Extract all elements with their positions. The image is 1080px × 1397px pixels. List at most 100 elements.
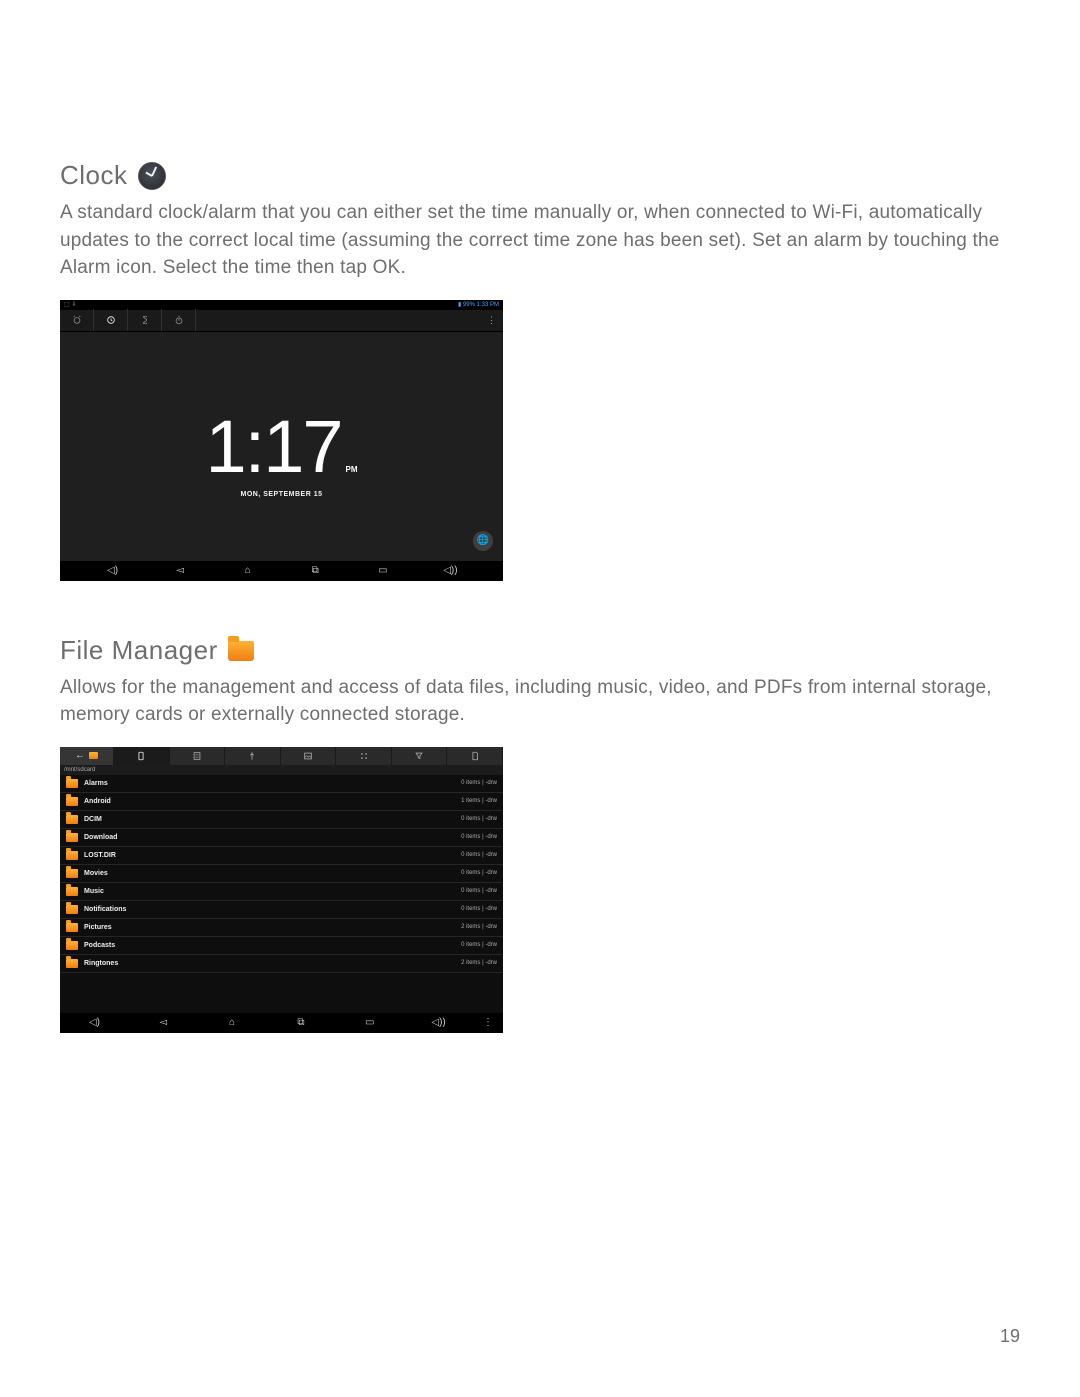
- recent-icon[interactable]: ⧉: [300, 565, 330, 576]
- screenshot-icon[interactable]: ▭: [368, 565, 398, 576]
- folder-icon: [66, 887, 78, 896]
- fm-row-name: Movies: [84, 870, 108, 877]
- fm-row-meta: 0 items | -drw: [461, 942, 497, 948]
- screenshot-icon[interactable]: ▭: [335, 1017, 404, 1028]
- clock-heading: Clock: [60, 160, 1020, 191]
- fm-row[interactable]: DCIM 0 items | -drw: [60, 811, 503, 829]
- fm-row[interactable]: Podcasts 0 items | -drw: [60, 937, 503, 955]
- fm-system-nav-bar: ◁) ◅ ⌂ ⧉ ▭ ◁)) ⋮: [60, 1013, 503, 1033]
- fm-row-meta: 0 items | -drw: [461, 780, 497, 786]
- fm-top-bar: ←: [60, 747, 503, 765]
- fm-row-name: Ringtones: [84, 960, 118, 967]
- fm-tabs: [114, 747, 503, 765]
- clock-icon: [106, 315, 116, 325]
- folder-icon: [66, 941, 78, 950]
- status-left: ⬚ ⇩: [64, 301, 76, 308]
- fm-row[interactable]: Music 0 items | -drw: [60, 883, 503, 901]
- folder-icon: [66, 833, 78, 842]
- folder-icon: [66, 851, 78, 860]
- fm-row-name: Alarms: [84, 780, 108, 787]
- fm-row-name: Music: [84, 888, 104, 895]
- fm-tab-images[interactable]: [281, 747, 337, 765]
- filter-icon: [414, 751, 424, 761]
- fm-row-meta: 1 items | -drw: [461, 798, 497, 804]
- fm-tab-file[interactable]: [447, 747, 503, 765]
- fm-row[interactable]: Ringtones 2 items | -drw: [60, 955, 503, 973]
- volume-down-icon[interactable]: ◁): [60, 1017, 129, 1028]
- fm-row-meta: 0 items | -drw: [461, 906, 497, 912]
- fm-row-name: DCIM: [84, 816, 102, 823]
- overflow-menu[interactable]: ⋮: [473, 1017, 503, 1028]
- device-icon: [136, 751, 146, 761]
- clock-toolbar: ⋮: [60, 310, 503, 332]
- fm-back-button[interactable]: ←: [60, 747, 114, 765]
- usb-icon: [247, 751, 257, 761]
- fm-row-meta: 0 items | -drw: [461, 834, 497, 840]
- folder-icon: [66, 869, 78, 878]
- home-icon[interactable]: ⌂: [233, 565, 263, 576]
- clock-screenshot: ⬚ ⇩ ▮ 99% 1:33 PM ⋮ 1: [60, 300, 503, 581]
- world-clock-button[interactable]: 🌐: [473, 531, 493, 551]
- fm-row[interactable]: Notifications0 items | -drw: [60, 901, 503, 919]
- tab-timer[interactable]: [128, 309, 162, 331]
- file-manager-heading: File Manager: [60, 635, 1020, 666]
- fm-tab-list[interactable]: [170, 747, 226, 765]
- clock-ampm: PM: [346, 465, 358, 474]
- fm-row[interactable]: Alarms 0 items | -drw: [60, 775, 503, 793]
- fm-row[interactable]: Android1 items | -drw: [60, 793, 503, 811]
- fm-row[interactable]: Download 0 items | -drw: [60, 829, 503, 847]
- file-manager-screenshot: ← /mnt/sdcard Alarms 0 items | -drw Androi…: [60, 747, 503, 1033]
- clock-date: MON, SEPTEMBER 15: [240, 491, 322, 498]
- back-arrow-icon: ←: [75, 750, 85, 761]
- fm-path: /mnt/sdcard: [60, 765, 503, 775]
- fm-row-meta: 2 items | -drw: [461, 924, 497, 930]
- hourglass-icon: [140, 315, 150, 325]
- home-icon[interactable]: ⌂: [198, 1017, 267, 1028]
- volume-down-icon[interactable]: ◁): [98, 565, 128, 576]
- tab-stopwatch[interactable]: [162, 309, 196, 331]
- recent-icon[interactable]: ⧉: [266, 1017, 335, 1028]
- file-manager-title-text: File Manager: [60, 635, 218, 666]
- fm-row[interactable]: Movies 0 items | -drw: [60, 865, 503, 883]
- volume-up-icon[interactable]: ◁)): [404, 1017, 473, 1028]
- fm-row-name: Pictures: [84, 924, 112, 931]
- clock-title-text: Clock: [60, 160, 128, 191]
- apps-icon: [359, 751, 369, 761]
- fm-row-meta: 2 items | -drw: [461, 960, 497, 966]
- fm-row-meta: 0 items | -drw: [461, 852, 497, 858]
- fm-row-meta: 0 items | -drw: [461, 870, 497, 876]
- image-icon: [303, 751, 313, 761]
- folder-icon: [66, 959, 78, 968]
- clock-description: A standard clock/alarm that you can eith…: [60, 199, 1020, 282]
- fm-row-name: Download: [84, 834, 117, 841]
- folder-icon: [66, 905, 78, 914]
- fm-row-name: Podcasts: [84, 942, 115, 949]
- folder-icon: [66, 923, 78, 932]
- folder-icon: [66, 797, 78, 806]
- fm-row-meta: 0 items | -drw: [461, 888, 497, 894]
- file-icon: [470, 751, 480, 761]
- fm-list: Alarms 0 items | -drw Android1 items | -dr…: [60, 775, 503, 1013]
- folder-mini-icon: [89, 752, 98, 759]
- status-right: ▮ 99% 1:33 PM: [458, 301, 499, 308]
- clock-section: Clock A standard clock/alarm that you ca…: [60, 160, 1020, 581]
- file-manager-section: File Manager Allows for the management a…: [60, 635, 1020, 1033]
- fm-tab-filter[interactable]: [392, 747, 448, 765]
- fm-row-meta: 0 items | -drw: [461, 816, 497, 822]
- status-bar: ⬚ ⇩ ▮ 99% 1:33 PM: [60, 300, 503, 310]
- fm-tab-device[interactable]: [114, 747, 170, 765]
- tab-alarm[interactable]: [60, 309, 94, 331]
- back-icon[interactable]: ◅: [165, 565, 195, 576]
- fm-tab-apps[interactable]: [336, 747, 392, 765]
- back-icon[interactable]: ◅: [129, 1017, 198, 1028]
- clock-time-row: 1:17 PM: [205, 404, 357, 489]
- folder-app-icon: [228, 641, 254, 661]
- overflow-menu[interactable]: ⋮: [487, 315, 503, 326]
- fm-row[interactable]: LOST.DIR0 items | -drw: [60, 847, 503, 865]
- fm-row[interactable]: Pictures 2 items | -drw: [60, 919, 503, 937]
- clock-app-icon: [138, 162, 166, 190]
- volume-up-icon[interactable]: ◁)): [435, 565, 465, 576]
- fm-tab-usb[interactable]: [225, 747, 281, 765]
- tab-clock[interactable]: [94, 309, 128, 331]
- alarm-icon: [72, 315, 82, 325]
